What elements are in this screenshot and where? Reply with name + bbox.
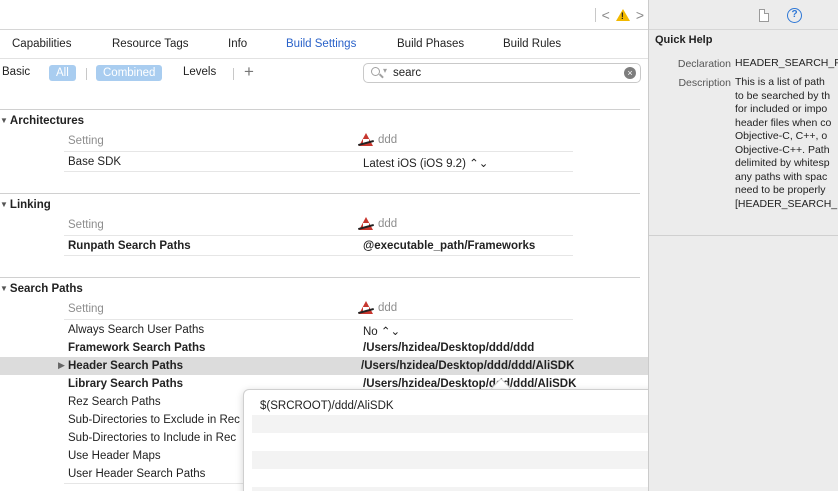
tab-capabilities[interactable]: Capabilities [12, 38, 71, 50]
target-name: ddd [378, 218, 398, 230]
column-header-setting: Setting [68, 135, 104, 147]
description-line: for included or impo [735, 103, 828, 115]
description-line: any paths with spac [735, 170, 828, 183]
tab-resource-tags[interactable]: Resource Tags [112, 38, 189, 50]
column-header-setting: Setting [68, 219, 104, 231]
description-text: This is a list of path to be searched by… [735, 76, 838, 211]
setting-name: Runpath Search Paths [68, 240, 191, 252]
row-divider [64, 235, 573, 236]
target-app-icon [358, 301, 374, 315]
description-line: Objective-C++. Path [735, 143, 830, 156]
target-app-icon [358, 217, 374, 231]
setting-value[interactable]: /Users/hzidea/Desktop/ddd/ddd [363, 342, 534, 354]
description-line: [HEADER_SEARCH_ [735, 197, 838, 210]
forward-chevron-icon[interactable]: > [636, 7, 644, 23]
section-title-label: Linking [9, 199, 51, 211]
table-row[interactable]: Framework Search Paths /Users/hzidea/Des… [64, 339, 648, 357]
section-title-label: Architectures [9, 115, 85, 127]
search-icon [371, 67, 380, 76]
tab-build-rules[interactable]: Build Rules [503, 38, 561, 50]
column-header-setting: Setting [68, 303, 104, 315]
setting-value[interactable]: /Users/hzidea/Desktop/ddd/ddd/AliSDK [361, 360, 574, 372]
table-row[interactable]: Always Search User Paths No ⌃⌄ [64, 321, 648, 339]
setting-name: Rez Search Paths [68, 396, 161, 408]
description-line: to be searched by th [735, 89, 831, 102]
declaration-value: HEADER_SEARCH_PA [735, 57, 838, 69]
description-label: Description [678, 77, 731, 89]
disclosure-triangle-icon[interactable]: ▼ [0, 200, 8, 209]
editor-tabs: Capabilities Resource Tags Info Build Se… [0, 31, 648, 59]
row-divider [64, 171, 573, 172]
disclosure-triangle-icon[interactable]: ▼ [0, 284, 8, 293]
tab-build-settings[interactable]: Build Settings [286, 38, 356, 50]
setting-value[interactable]: No ⌃⌄ [363, 324, 400, 338]
setting-name: Use Header Maps [68, 450, 161, 462]
target-name: ddd [378, 134, 398, 146]
quick-help-inspector: ? Quick Help Declaration HEADER_SEARCH_P… [648, 0, 838, 491]
table-row[interactable]: Base SDK Latest iOS (iOS 9.2) ⌃⌄ [64, 153, 648, 171]
setting-name: User Header Search Paths [68, 468, 206, 480]
target-app-icon [358, 133, 374, 147]
table-row[interactable]: Runpath Search Paths @executable_path/Fr… [64, 237, 648, 255]
setting-name: Header Search Paths [68, 360, 184, 372]
search-field[interactable]: ▾ × [363, 63, 641, 83]
search-input[interactable] [393, 66, 613, 80]
row-divider [64, 151, 573, 152]
disclosure-triangle-icon[interactable]: ▶ [58, 360, 65, 371]
tab-build-phases[interactable]: Build Phases [397, 38, 464, 50]
divider [594, 8, 596, 22]
section-divider [0, 193, 640, 194]
description-line: header files when co [735, 116, 832, 129]
clear-search-icon[interactable]: × [624, 67, 636, 79]
setting-name: Base SDK [68, 156, 122, 168]
setting-value[interactable]: Latest iOS (iOS 9.2) ⌃⌄ [363, 156, 488, 170]
help-icon[interactable]: ? [787, 8, 802, 23]
warning-triangle-icon[interactable]: ! [615, 9, 630, 21]
section-linking-title[interactable]: ▼ Linking [0, 199, 51, 211]
description-line: Objective-C, C++, o [735, 130, 828, 142]
section-divider [0, 109, 640, 110]
setting-name: Framework Search Paths [68, 342, 206, 354]
divider [233, 68, 234, 80]
section-title-label: Search Paths [9, 283, 83, 295]
filter-all[interactable]: All [49, 65, 76, 81]
description-line: need to be properly [735, 184, 826, 196]
setting-name: Library Search Paths [68, 378, 184, 390]
description-line: This is a list of path [735, 76, 825, 88]
tab-info[interactable]: Info [228, 38, 247, 50]
setting-name: Sub-Directories to Exclude in Rec [68, 414, 240, 426]
section-architectures-title[interactable]: ▼ Architectures [0, 115, 84, 127]
divider [649, 235, 838, 236]
chevron-down-icon[interactable]: ▾ [383, 66, 387, 75]
table-row-selected[interactable]: ▶ Header Search Paths /Users/hzidea/Desk… [0, 357, 648, 375]
section-divider [0, 277, 640, 278]
column-header-target: ddd [358, 301, 397, 315]
row-divider [64, 255, 573, 256]
divider [86, 68, 87, 80]
setting-name: Always Search User Paths [68, 324, 205, 336]
inspector-selector-bar: ? [649, 0, 838, 30]
add-setting-button[interactable]: + [244, 62, 254, 82]
filter-levels[interactable]: Levels [183, 66, 216, 78]
column-header-target: ddd [358, 133, 397, 147]
section-search-paths-title[interactable]: ▼ Search Paths [0, 283, 83, 295]
filter-basic[interactable]: Basic [2, 66, 30, 78]
back-chevron-icon[interactable]: < [602, 7, 610, 23]
disclosure-triangle-icon[interactable]: ▼ [0, 116, 8, 125]
description-line: delimited by whitesp [735, 157, 830, 169]
file-icon[interactable] [759, 9, 769, 22]
nav-controls: < ! > [594, 7, 644, 23]
column-header-target: ddd [358, 217, 397, 231]
jump-bar: < ! > [0, 0, 648, 30]
row-divider [64, 319, 573, 320]
path-value[interactable]: $(SRCROOT)/ddd/AliSDK [260, 400, 394, 412]
setting-value[interactable]: @executable_path/Frameworks [363, 240, 535, 252]
declaration-label: Declaration [677, 58, 731, 70]
quick-help-title: Quick Help [655, 34, 713, 46]
filter-combined[interactable]: Combined [96, 65, 163, 81]
setting-name: Sub-Directories to Include in Rec [68, 432, 237, 444]
target-name: ddd [378, 302, 398, 314]
